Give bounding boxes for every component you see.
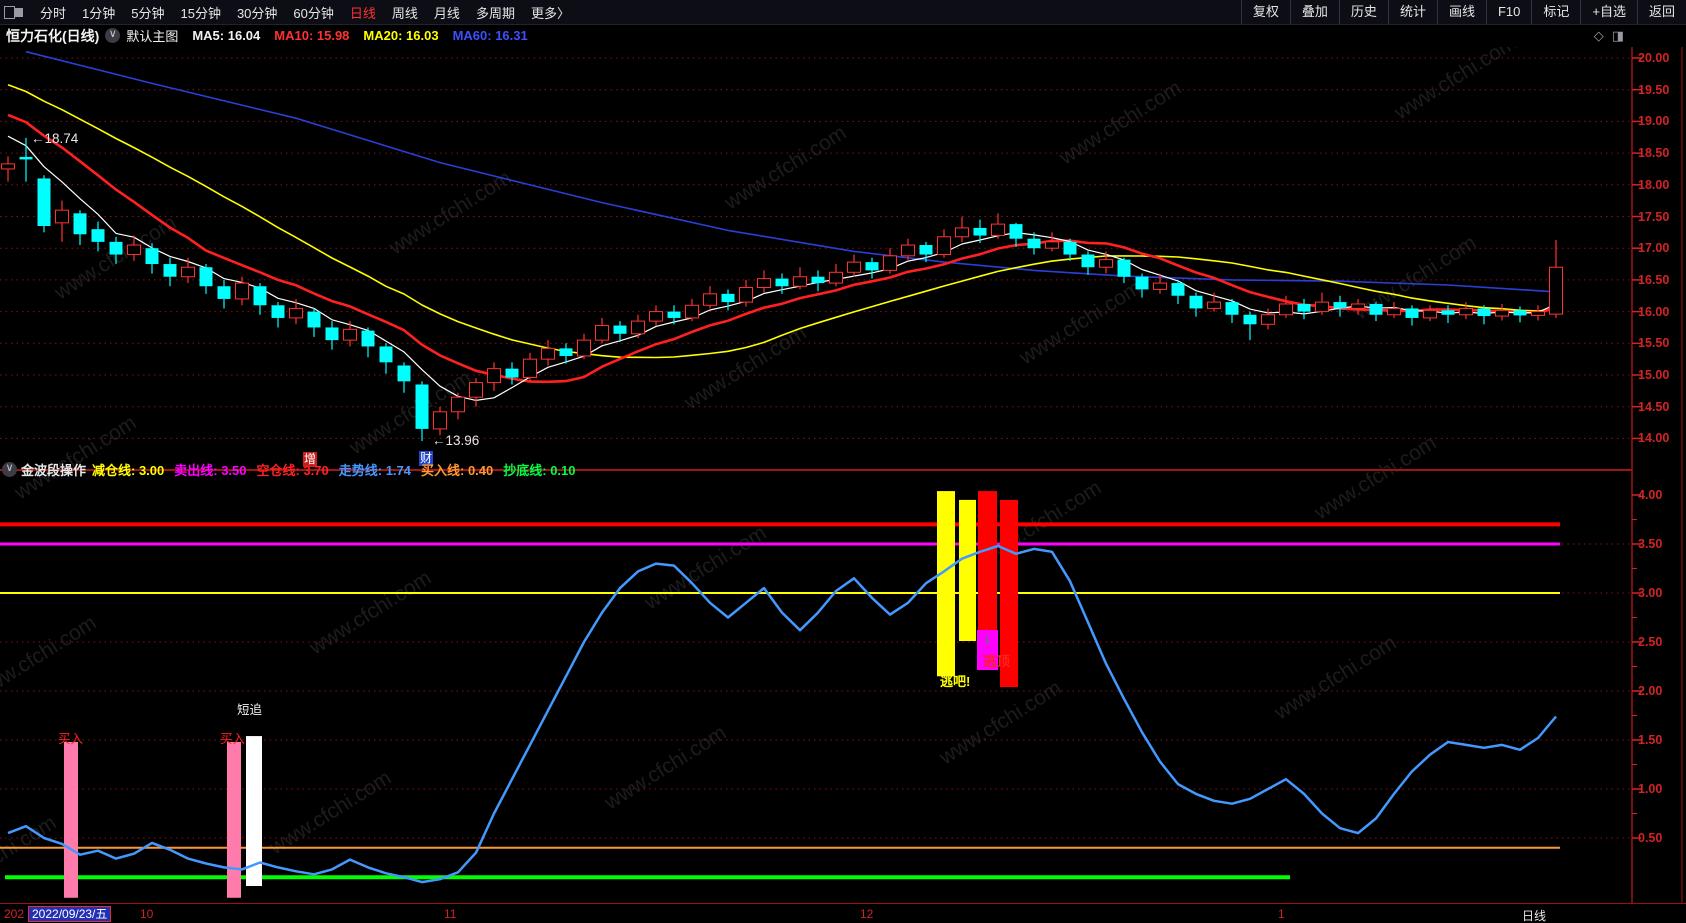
- action-button[interactable]: 复权: [1240, 0, 1290, 24]
- value-readout: 走势线: 1.74: [338, 462, 412, 478]
- indicator-name: 金波段操作: [21, 463, 87, 478]
- down-arrow-icon: ↓: [983, 630, 992, 647]
- axis-tick-label: 4.00: [1638, 488, 1663, 502]
- value-readout: MA20: 16.03: [363, 27, 439, 43]
- axis-tick-label: 20.00: [1638, 51, 1670, 65]
- short-chase-label: 短追: [237, 703, 263, 717]
- value-readout: 空仓线: 3.70: [256, 462, 329, 478]
- diamond-icon[interactable]: ◇: [1594, 28, 1604, 44]
- buy-signal-label: 买入: [220, 732, 246, 746]
- axis-tick-label: 2.00: [1638, 684, 1663, 698]
- watermark: www.cfchi.com: [385, 166, 516, 260]
- axis-tick-label: 19.00: [1638, 114, 1670, 129]
- value-readout: MA60: 16.31: [452, 27, 528, 43]
- period-menu-item[interactable]: 多周期: [476, 3, 515, 22]
- watermark: www.cfchi.com: [305, 566, 436, 660]
- axis-tick-label: 18.50: [1638, 146, 1670, 161]
- axis-tick-label: 16.50: [1638, 272, 1670, 287]
- high-price-label: ←18.74: [31, 131, 79, 146]
- period-menu: 分时 1分钟 5分钟 15分钟 30分钟 60分钟 日线 周线 月线 多周期 更多〉: [32, 3, 578, 22]
- action-menu: 复权 叠加 历史 统计 画线 F10 标记 +自选 返回: [1240, 0, 1686, 24]
- watermark: www.cfchi.com: [1055, 76, 1186, 170]
- value-readout: 买入线: 0.40: [421, 462, 494, 478]
- value-readout: 卖出线: 3.50: [174, 462, 247, 478]
- action-button[interactable]: 叠加: [1289, 0, 1339, 24]
- axis-tick-label: 0.50: [1638, 831, 1663, 845]
- selected-date-box[interactable]: 2022/09/23/五: [28, 906, 112, 922]
- ma-values: MA5: 16.04 MA10: 15.98 MA20: 16.03 MA60: 16…: [192, 27, 541, 45]
- action-button[interactable]: +自选: [1580, 0, 1637, 24]
- month-tick-label: 1: [1278, 907, 1285, 921]
- low-price-label: ←13.96: [432, 433, 480, 448]
- period-menu-item[interactable]: 分时: [40, 3, 66, 22]
- watermark: www.cfchi.com: [640, 521, 771, 615]
- axis-tick-label: 17.00: [1638, 241, 1670, 256]
- axis-tick-label: 1.50: [1638, 733, 1663, 747]
- month-tick-label: 12: [860, 907, 874, 921]
- axis-tick-label: 19.50: [1638, 82, 1670, 97]
- axis-tick-label: 14.50: [1638, 399, 1670, 414]
- watermark: www.cfchi.com: [935, 676, 1066, 770]
- escape-warning-label: 逃吧!: [940, 674, 971, 689]
- watermark: www.cfchi.com: [720, 121, 851, 215]
- indicator-header: ∨ 金波段操作 减仓线: 3.00 卖出线: 3.50 空仓线: 3.70 走势线: …: [2, 461, 586, 478]
- split-view-icon[interactable]: ◨: [1612, 28, 1624, 44]
- watermark: www.cfchi.com: [680, 321, 811, 415]
- value-readout: 减仓线: 3.00: [92, 462, 165, 478]
- period-menu-item[interactable]: 5分钟: [131, 3, 164, 22]
- action-button[interactable]: 历史: [1338, 0, 1388, 24]
- watermark: www.cfchi.com: [1270, 631, 1401, 725]
- month-tick-label: 10: [140, 907, 154, 921]
- watermark: www.cfchi.com: [50, 211, 181, 305]
- info-bar: 恒力石化(日线) ∨ 默认主图 MA5: 16.04 MA10: 15.98 MA2…: [0, 24, 1686, 47]
- period-menu-item[interactable]: 日线: [350, 3, 376, 22]
- period-menu-item[interactable]: 更多〉: [531, 3, 570, 22]
- stock-title: 恒力石化(日线): [6, 27, 100, 44]
- axis-tick-label: 16.00: [1638, 304, 1670, 319]
- action-button[interactable]: 画线: [1436, 0, 1486, 24]
- watermark: www.cfchi.com: [1310, 431, 1441, 525]
- period-menu-item[interactable]: 60分钟: [293, 3, 333, 22]
- axis-tick-label: 14.00: [1638, 431, 1670, 446]
- axis-tick-label: 15.00: [1638, 368, 1670, 382]
- top-toolbar: 分时 1分钟 5分钟 15分钟 30分钟 60分钟 日线 周线 月线 多周期 更多〉 复权 叠加 历史统…: [0, 0, 1686, 25]
- main-overlay-selector[interactable]: 默认主图: [126, 26, 178, 45]
- period-label: 日线: [1522, 909, 1547, 923]
- indicator-values: 减仓线: 3.00 卖出线: 3.50 空仓线: 3.70 走势线: 1.74 买入线:…: [92, 460, 586, 480]
- watermark: www.cfchi.com: [0, 811, 60, 905]
- value-readout: 抄底线: 0.10: [503, 462, 576, 478]
- period-menu-item[interactable]: 月线: [434, 3, 460, 22]
- axis-tick-label: 18.00: [1638, 177, 1670, 192]
- period-menu-item[interactable]: 周线: [392, 3, 418, 22]
- watermark: www.cfchi.com: [600, 721, 731, 815]
- axis-tick-label: 15.50: [1638, 336, 1670, 351]
- indicator-chevron-icon[interactable]: ∨: [2, 462, 17, 477]
- action-button[interactable]: F10: [1485, 0, 1531, 24]
- month-tick-label: 11: [444, 907, 457, 921]
- watermark: www.cfchi.com: [265, 766, 396, 860]
- watermark: www.cfchi.com: [10, 411, 141, 505]
- window-icon[interactable]: [4, 5, 26, 19]
- buy-signal-label: 买入: [58, 732, 84, 746]
- clipped-year-label: 202: [4, 907, 25, 921]
- axis-tick-label: 1.00: [1638, 782, 1663, 796]
- chevron-down-icon[interactable]: ∨: [105, 28, 121, 43]
- period-menu-item[interactable]: 15分钟: [180, 3, 220, 22]
- top-escape-label: 逃顶: [983, 654, 1010, 669]
- action-button[interactable]: 返回: [1636, 0, 1686, 24]
- value-readout: MA10: 15.98: [274, 27, 350, 43]
- date-axis[interactable]: 202 2022/09/23/五 日线 10 11 12 1: [0, 903, 1686, 923]
- watermark: www.cfchi.com: [1015, 276, 1146, 370]
- value-readout: MA5: 16.04: [192, 27, 261, 43]
- axis-tick-label: 2.50: [1638, 635, 1663, 649]
- chart-corner-controls: ◇ ◨: [1594, 28, 1624, 44]
- axis-tick-label: 3.50: [1638, 537, 1663, 551]
- trading-terminal: 分时 1分钟 5分钟 15分钟 30分钟 60分钟 日线 周线 月线 多周期 更多〉 复权 叠加 历史统…: [0, 0, 1686, 923]
- period-menu-item[interactable]: 1分钟: [82, 3, 115, 22]
- action-button[interactable]: 标记: [1531, 0, 1580, 24]
- action-button[interactable]: 统计: [1387, 0, 1437, 24]
- axis-tick-label: 3.00: [1638, 586, 1663, 600]
- axis-tick-label: 17.50: [1638, 209, 1670, 224]
- period-menu-item[interactable]: 30分钟: [237, 3, 277, 22]
